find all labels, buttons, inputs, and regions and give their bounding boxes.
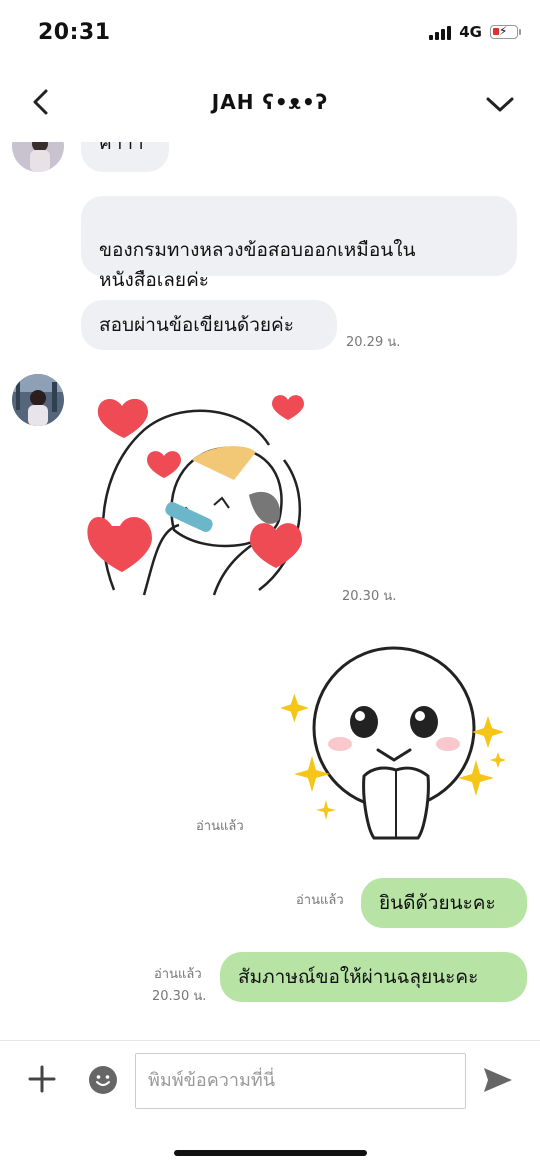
home-indicator [174,1150,367,1156]
avatar[interactable] [12,142,64,172]
chevron-down-icon [486,97,514,112]
read-status: อ่านแล้ว [296,893,344,908]
message-bubble[interactable]: ของกรมทางหลวงข้อสอบออกเหมือนใน หนังสือเล… [81,196,517,291]
emoji-button[interactable] [88,1065,118,1095]
message-composer: พิมพ์ข้อความที่นี่ [0,1040,540,1170]
message-text: ยินดีด้วยนะคะ [379,892,496,914]
message-time: 20.29 น. [346,335,401,350]
status-bar: 20:31 4G ⚡ [0,0,540,64]
chat-header: JAH ʕ•ᴥ•ʔ [0,64,540,143]
avatar-photo [12,142,64,172]
message-text: สอบผ่านข้อเขียนด้วยค่ะ [99,314,294,336]
message-bubble[interactable]: ยินดีด้วยนะคะ [361,878,527,928]
add-attachment-button[interactable] [26,1063,58,1095]
send-icon [484,1068,512,1092]
chat-messages[interactable]: ค่าาา ของกรมทางหลวงข้อสอบออกเหมือนใน หนั… [0,142,540,1040]
message-time: 20.30 น. [342,589,397,604]
message-input-placeholder: พิมพ์ข้อความที่นี่ [148,1070,276,1091]
chat-title: JAH ʕ•ᴥ•ʔ [211,90,329,114]
plus-icon [28,1065,56,1093]
battery-icon: ⚡ [490,24,521,39]
network-type: 4G [459,23,482,41]
emoji-icon [89,1066,117,1094]
message-bubble[interactable]: สัมภาษณ์ขอให้ผ่านฉลุยนะคะ [220,952,527,1002]
sticker-moon-face[interactable] [278,640,510,846]
avatar[interactable] [12,374,64,426]
message-bubble[interactable]: สอบผ่านข้อเขียนด้วยค่ะ [81,300,337,350]
sticker-cat-hugging[interactable] [84,390,324,600]
menu-toggle-button[interactable] [482,86,518,122]
send-button[interactable] [482,1065,514,1095]
avatar-photo [12,374,64,426]
message-bubble[interactable]: ค่าาา [81,142,169,172]
signal-icon [429,24,452,40]
message-input[interactable]: พิมพ์ข้อความที่นี่ [135,1053,466,1109]
status-indicators: 4G ⚡ [429,23,521,41]
message-text: ของกรมทางหลวงข้อสอบออกเหมือนใน หนังสือเล… [99,239,416,291]
read-status: อ่านแล้ว [154,967,202,982]
read-status: อ่านแล้ว [196,819,244,834]
message-text: ค่าาา [99,142,144,154]
message-time: 20.30 น. [152,989,207,1004]
message-text: สัมภาษณ์ขอให้ผ่านฉลุยนะคะ [238,966,479,988]
status-time: 20:31 [38,20,111,45]
